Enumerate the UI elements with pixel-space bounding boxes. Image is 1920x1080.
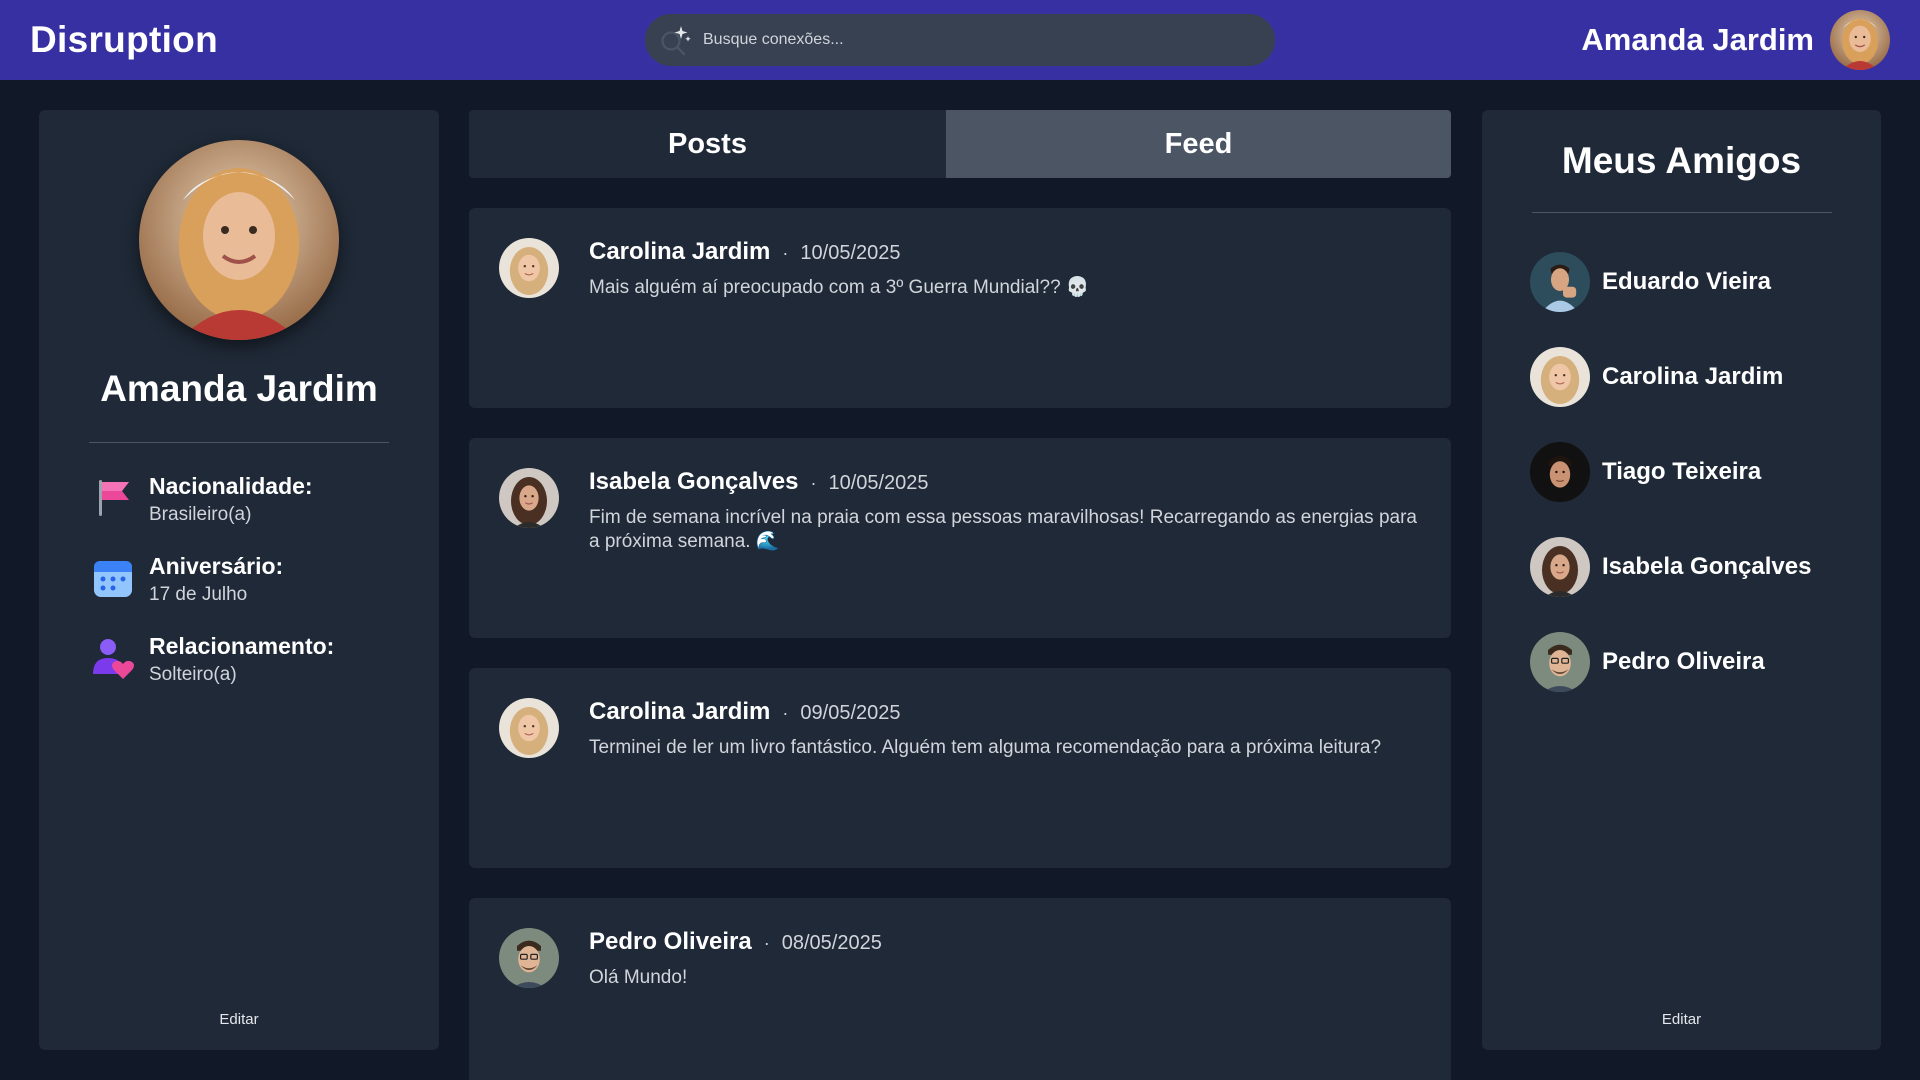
post-author[interactable]: Pedro Oliveira (589, 928, 752, 956)
profile-panel: Amanda Jardim Nacionalidade: Brasileiro(… (39, 110, 439, 1050)
edit-friends-button[interactable]: Editar (1482, 1011, 1881, 1028)
friend-name[interactable]: Isabela Gonçalves (1602, 553, 1811, 581)
info-birthday: Aniversário: 17 de Julho (91, 552, 421, 607)
separator-dot: · (782, 243, 789, 263)
post-author[interactable]: Isabela Gonçalves (589, 468, 798, 496)
friend-item[interactable]: Isabela Gonçalves (1530, 537, 1860, 597)
friend-avatar[interactable] (1530, 252, 1590, 312)
post-author-avatar[interactable] (499, 698, 559, 758)
post-date: 09/05/2025 (800, 702, 901, 724)
friend-item[interactable]: Tiago Teixeira (1530, 442, 1860, 502)
friend-item[interactable]: Carolina Jardim (1530, 347, 1860, 407)
post-author-avatar[interactable] (499, 928, 559, 988)
top-navbar: Disruption Amanda Jardim (0, 0, 1920, 80)
info-label: Nacionalidade: (149, 473, 313, 499)
brand-logo[interactable]: Disruption (30, 19, 218, 61)
separator-dot: · (810, 473, 817, 493)
friends-list: Eduardo Vieira Carolina Jardim Tiago Tei… (1530, 252, 1860, 727)
friend-item[interactable]: Pedro Oliveira (1530, 632, 1860, 692)
post-author[interactable]: Carolina Jardim (589, 238, 770, 266)
info-relationship: Relacionamento: Solteiro(a) (91, 632, 421, 687)
post-card: Pedro Oliveira · 08/05/2025 Olá Mundo! (469, 898, 1451, 1080)
friend-avatar[interactable] (1530, 537, 1590, 597)
post-header: Carolina Jardim · 09/05/2025 (589, 698, 901, 726)
post-header: Isabela Gonçalves · 10/05/2025 (589, 468, 929, 496)
friends-divider (1532, 212, 1832, 213)
friend-name[interactable]: Pedro Oliveira (1602, 648, 1765, 676)
tab-feed[interactable]: Feed (946, 110, 1451, 178)
profile-name: Amanda Jardim (100, 368, 378, 409)
user-menu[interactable]: Amanda Jardim (1581, 10, 1890, 70)
header-user-name[interactable]: Amanda Jardim (1581, 22, 1814, 58)
post-text: Fim de semana incrível na praia com essa… (589, 507, 1417, 552)
post-header: Carolina Jardim · 10/05/2025 (589, 238, 901, 266)
ai-search-icon (661, 26, 691, 56)
info-value: Brasileiro(a) (149, 504, 252, 525)
post-date: 08/05/2025 (781, 932, 882, 954)
separator-dot: · (763, 933, 770, 953)
post-card: Isabela Gonçalves · 10/05/2025 Fim de se… (469, 438, 1451, 638)
header-avatar[interactable] (1830, 10, 1890, 70)
relationship-icon (93, 639, 134, 679)
friend-name[interactable]: Carolina Jardim (1602, 363, 1783, 391)
flag-icon (99, 480, 129, 516)
friends-panel: Meus Amigos Eduardo Vieira Carolina Jard… (1482, 110, 1881, 1050)
post-text: Terminei de ler um livro fantástico. Alg… (589, 737, 1382, 758)
separator-dot: · (782, 703, 789, 723)
profile-avatar (139, 140, 339, 340)
post-header: Pedro Oliveira · 08/05/2025 (589, 928, 882, 956)
search-bar[interactable] (645, 14, 1275, 66)
feed-tabs: Posts Feed (469, 110, 1451, 178)
friends-title: Meus Amigos (1561, 140, 1802, 181)
friend-avatar[interactable] (1530, 442, 1590, 502)
friend-item[interactable]: Eduardo Vieira (1530, 252, 1860, 312)
search-input[interactable] (703, 31, 1243, 49)
post-author-avatar[interactable] (499, 468, 559, 528)
friend-name[interactable]: Tiago Teixeira (1602, 458, 1761, 486)
info-label: Aniversário: (149, 553, 284, 579)
info-nationality: Nacionalidade: Brasileiro(a) (91, 472, 421, 527)
edit-profile-button[interactable]: Editar (39, 1011, 439, 1028)
profile-divider (89, 442, 389, 443)
post-card: Carolina Jardim · 10/05/2025 Mais alguém… (469, 208, 1451, 408)
info-value: Solteiro(a) (149, 664, 237, 685)
info-value: 17 de Julho (149, 584, 248, 605)
tab-posts[interactable]: Posts (469, 110, 946, 178)
calendar-icon (94, 561, 132, 597)
profile-info-list: Nacionalidade: Brasileiro(a) Aniversário… (91, 472, 421, 712)
post-text: Olá Mundo! (589, 967, 688, 988)
friend-avatar[interactable] (1530, 632, 1590, 692)
info-label: Relacionamento: (149, 633, 335, 659)
post-author-avatar[interactable] (499, 238, 559, 298)
post-card: Carolina Jardim · 09/05/2025 Terminei de… (469, 668, 1451, 868)
post-date: 10/05/2025 (800, 242, 901, 264)
post-feed: Carolina Jardim · 10/05/2025 Mais alguém… (469, 208, 1451, 1080)
post-date: 10/05/2025 (828, 472, 929, 494)
friend-name[interactable]: Eduardo Vieira (1602, 268, 1771, 296)
friend-avatar[interactable] (1530, 347, 1590, 407)
post-text: Mais alguém aí preocupado com a 3º Guerr… (589, 277, 1090, 298)
post-author[interactable]: Carolina Jardim (589, 698, 770, 726)
